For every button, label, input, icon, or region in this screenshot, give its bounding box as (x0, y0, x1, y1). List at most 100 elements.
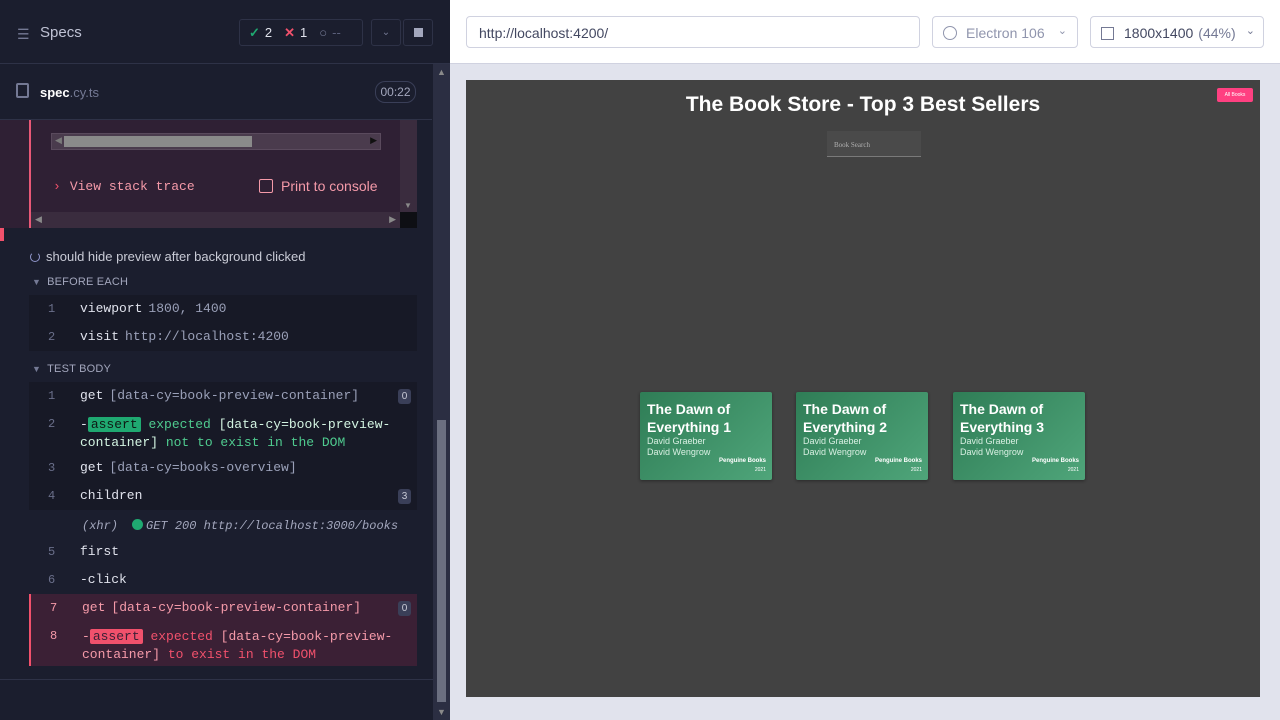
view-stack-trace-toggle[interactable]: › View stack trace (53, 179, 195, 194)
running-spinner-icon (30, 252, 40, 262)
stop-icon (413, 28, 423, 37)
print-label: Print to console (281, 178, 378, 194)
command-name: -click (80, 572, 127, 587)
element-count-badge: 0 (398, 601, 411, 616)
stack-trace-label: View stack trace (69, 179, 195, 194)
stop-button[interactable] (403, 19, 433, 46)
command-name: get [data-cy=books-overview] (80, 460, 297, 475)
test-title[interactable]: should hide preview after background cli… (30, 249, 305, 264)
browser-selector[interactable]: Electron 106 ⌄ (932, 16, 1078, 48)
command-number: 6 (48, 573, 56, 587)
command-number: 2 (48, 417, 56, 431)
ruler-icon (1101, 27, 1114, 40)
chevron-down-icon: ▼ (32, 364, 42, 374)
book-author: David Wengrow (647, 447, 711, 457)
book-publisher: Penguine Books (718, 458, 766, 464)
book-card[interactable]: The Dawn of Everything 1 David Graeber D… (640, 392, 772, 480)
command-row[interactable]: 1 viewport 1800, 1400 (29, 295, 417, 323)
command-number: 8 (50, 629, 58, 643)
print-to-console-button[interactable]: Print to console (259, 178, 378, 194)
browser-name: Electron 106 (966, 25, 1045, 41)
command-row[interactable]: 6 -click (29, 566, 417, 594)
failed-command-row[interactable]: 7 get [data-cy=book-preview-container] 0 (29, 594, 417, 622)
book-year: 2021 (754, 467, 766, 473)
reporter-scrollbar[interactable]: ▲ ▼ (433, 64, 450, 720)
before-each-section[interactable]: ▼ BEFORE EACH (32, 276, 128, 288)
assert-message: - assert expected [data-cy=book-preview-c… (82, 629, 393, 662)
spec-file-header: spec.cy.ts 00:22 (0, 64, 432, 120)
zoom-level: (44%) (1198, 25, 1236, 41)
spec-duration: 00:22 (375, 81, 416, 103)
test-title-label: should hide preview after background cli… (46, 249, 306, 264)
book-card[interactable]: The Dawn of Everything 3 David Graeber D… (953, 392, 1085, 480)
chevron-down-icon: ⌄ (1245, 25, 1255, 37)
section-label: TEST BODY (47, 363, 112, 375)
scroll-left-icon[interactable]: ◀ (55, 135, 62, 146)
book-author: David Graeber (960, 436, 1019, 446)
specs-list-icon[interactable]: ☰ (17, 26, 30, 43)
error-vertical-scrollbar[interactable]: ▼ (400, 120, 417, 212)
book-title: The Dawn of Everything 3 (960, 401, 1045, 435)
assert-row[interactable]: 2 - assert expected [data-cy=book-preview… (29, 410, 417, 454)
scroll-right-icon[interactable]: ▶ (370, 135, 377, 146)
specs-title[interactable]: Specs (40, 24, 82, 41)
scrollbar-thumb[interactable] (437, 420, 446, 702)
browser-toolbar: http://localhost:4200/ Electron 106 ⌄ 18… (450, 0, 1280, 64)
error-code-scrollbar[interactable]: ◀ ▶ (51, 133, 381, 150)
command-row[interactable]: 2 visit http://localhost:4200 (29, 323, 417, 351)
electron-icon (943, 26, 957, 40)
book-author: David Graeber (803, 436, 862, 446)
all-books-button[interactable]: All Books (1217, 88, 1253, 102)
error-horizontal-scrollbar[interactable]: ◀ ▶ (31, 212, 400, 228)
chevron-down-icon: ▼ (32, 277, 42, 287)
scrollbar-thumb[interactable] (64, 136, 252, 147)
failed-assert-row[interactable]: 8 - assert expected [data-cy=book-preview… (29, 622, 417, 666)
url-bar[interactable]: http://localhost:4200/ (466, 16, 920, 48)
command-number: 5 (48, 545, 56, 559)
command-row[interactable]: 4 children 3 (29, 482, 417, 510)
failed-icon: ✕ (284, 24, 296, 40)
scroll-up-icon[interactable]: ▲ (437, 67, 446, 77)
command-name: visit http://localhost:4200 (80, 329, 289, 344)
command-number: 1 (48, 389, 56, 403)
command-number: 7 (50, 601, 58, 615)
command-number: 2 (48, 330, 56, 344)
scroll-down-icon[interactable]: ▼ (437, 707, 446, 717)
command-name: viewport 1800, 1400 (80, 301, 227, 316)
book-title: The Dawn of Everything 1 (647, 401, 732, 435)
test-body-section[interactable]: ▼ TEST BODY (32, 363, 111, 375)
test-stats: ✓ 2 ✕ 1 ○ -- (239, 19, 363, 46)
command-row[interactable]: 3 get [data-cy=books-overview] (29, 454, 417, 482)
scroll-down-icon[interactable]: ▼ (404, 201, 412, 210)
command-row[interactable]: 5 first (29, 538, 417, 566)
command-number: 1 (48, 302, 56, 316)
book-search-input[interactable]: Book Search (827, 131, 921, 157)
runner-panel: ☰ Specs ✓ 2 ✕ 1 ○ -- ⌄ spec.cy.ts 00:22 … (0, 0, 450, 720)
pending-icon: ○ (319, 25, 328, 40)
xhr-message: (xhr) GET 200 http://localhost:3000/books (82, 519, 399, 533)
terminal-icon (259, 179, 273, 193)
assert-message: - assert expected [data-cy=book-preview-c… (80, 417, 391, 450)
command-number: 3 (48, 461, 56, 475)
file-icon (16, 83, 29, 98)
scroll-right-icon[interactable]: ▶ (389, 214, 396, 225)
command-name: children (80, 488, 143, 503)
pending-count: -- (332, 25, 341, 40)
command-name: get [data-cy=book-preview-container] (82, 600, 362, 615)
page-title: The Book Store - Top 3 Best Sellers (685, 93, 1041, 116)
passed-count: 2 (264, 25, 273, 40)
chevron-down-icon: ⌄ (381, 27, 391, 38)
failed-count: 1 (300, 25, 308, 40)
viewport-selector[interactable]: 1800x1400 (44%) ⌄ (1090, 16, 1264, 48)
status-dot-icon (132, 519, 144, 530)
chevron-right-icon: › (53, 179, 61, 194)
book-year: 2021 (1067, 467, 1079, 473)
command-name: get [data-cy=book-preview-container] (80, 388, 360, 403)
xhr-log-row[interactable]: (xhr) GET 200 http://localhost:3000/books (29, 511, 417, 539)
book-publisher: Penguine Books (1031, 458, 1079, 464)
browser-preview-panel: http://localhost:4200/ Electron 106 ⌄ 18… (450, 0, 1280, 720)
command-row[interactable]: 1 get [data-cy=book-preview-container] 0 (29, 382, 417, 410)
scroll-left-icon[interactable]: ◀ (35, 214, 42, 225)
book-card[interactable]: The Dawn of Everything 2 David Graeber D… (796, 392, 928, 480)
expand-collapse-button[interactable]: ⌄ (371, 19, 401, 46)
